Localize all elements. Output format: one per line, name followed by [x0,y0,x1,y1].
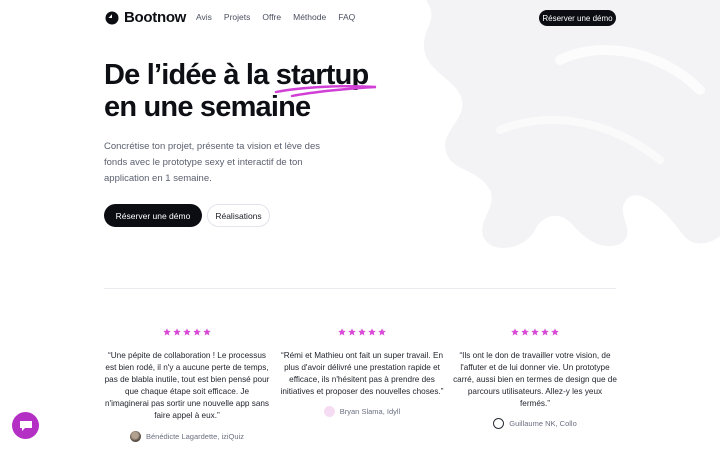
hero-subtitle: Concrétise ton projet, présente ta visio… [104,141,320,184]
brand-name: Bootnow [124,9,187,26]
testimonial-quote: “Rémi et Mathieu ont fait un super trava… [280,351,444,397]
nav-link-offre[interactable]: Offre [262,12,281,22]
testimonial-card: “Rémi et Mathieu ont fait un super trava… [279,328,445,418]
star-icon [348,328,356,336]
chat-button[interactable] [12,412,39,439]
rating-stars [279,328,445,338]
bootnow-logo-icon [105,11,119,24]
hero-title-prefix: De l’idée à la [104,59,276,91]
star-icon [183,328,191,336]
testimonial-quote: “Ils ont le don de travailler votre visi… [453,351,617,409]
star-icon [358,328,366,336]
author-name: Guillaume NK, Collo [509,419,577,429]
nav-link-faq[interactable]: FAQ [338,12,355,22]
star-icon [203,328,211,336]
rating-stars [452,328,618,338]
star-icon [193,328,201,336]
testimonial-card: “Ils ont le don de travailler votre visi… [452,328,618,430]
testimonial-author: Guillaume NK, Collo [452,418,618,430]
star-icon [173,328,181,336]
author-name: Bénédicte Lagardette, iziQuiz [146,431,244,441]
collo-logo-icon [493,418,505,430]
hero-title-line-2: en une semaine [104,91,311,123]
rating-stars [104,328,270,338]
star-icon [551,328,559,336]
avatar [130,430,141,442]
testimonial-author: Bryan Slama, Idyll [279,406,445,418]
testimonial-card: “Une pépite de collaboration ! Le proces… [104,328,270,442]
nav-link-projets[interactable]: Projets [224,12,250,22]
avatar [323,406,335,418]
nav-demo-button[interactable]: Réserver une démo [539,10,616,26]
chat-bubble-icon [19,420,32,431]
star-icon [541,328,549,336]
top-navigation: Bootnow Avis Projets Offre Méthode FAQ R… [0,0,720,36]
star-icon [521,328,529,336]
hero-demo-button[interactable]: Réserver une démo [104,204,202,227]
author-name: Bryan Slama, Idyll [339,407,401,417]
star-icon [163,328,171,336]
star-icon [338,328,346,336]
star-icon [378,328,386,336]
star-icon [531,328,539,336]
hero-title: De l’idée à la startup en une semaine [104,59,376,123]
brand-logo[interactable]: Bootnow [105,9,186,26]
star-icon [511,328,519,336]
hero-title-line-1: De l’idée à la startup [104,59,376,98]
section-divider [104,288,616,289]
nav-links: Avis Projets Offre Méthode FAQ [196,12,355,22]
hero-title-highlight: startup [274,59,376,98]
star-icon [368,328,376,336]
testimonial-author: Bénédicte Lagardette, iziQuiz [104,430,270,442]
nav-link-methode[interactable]: Méthode [293,12,326,22]
nav-link-avis[interactable]: Avis [196,12,212,22]
hero-realisations-button[interactable]: Réalisations [207,204,270,227]
testimonial-quote: “Une pépite de collaboration ! Le proces… [104,351,270,421]
